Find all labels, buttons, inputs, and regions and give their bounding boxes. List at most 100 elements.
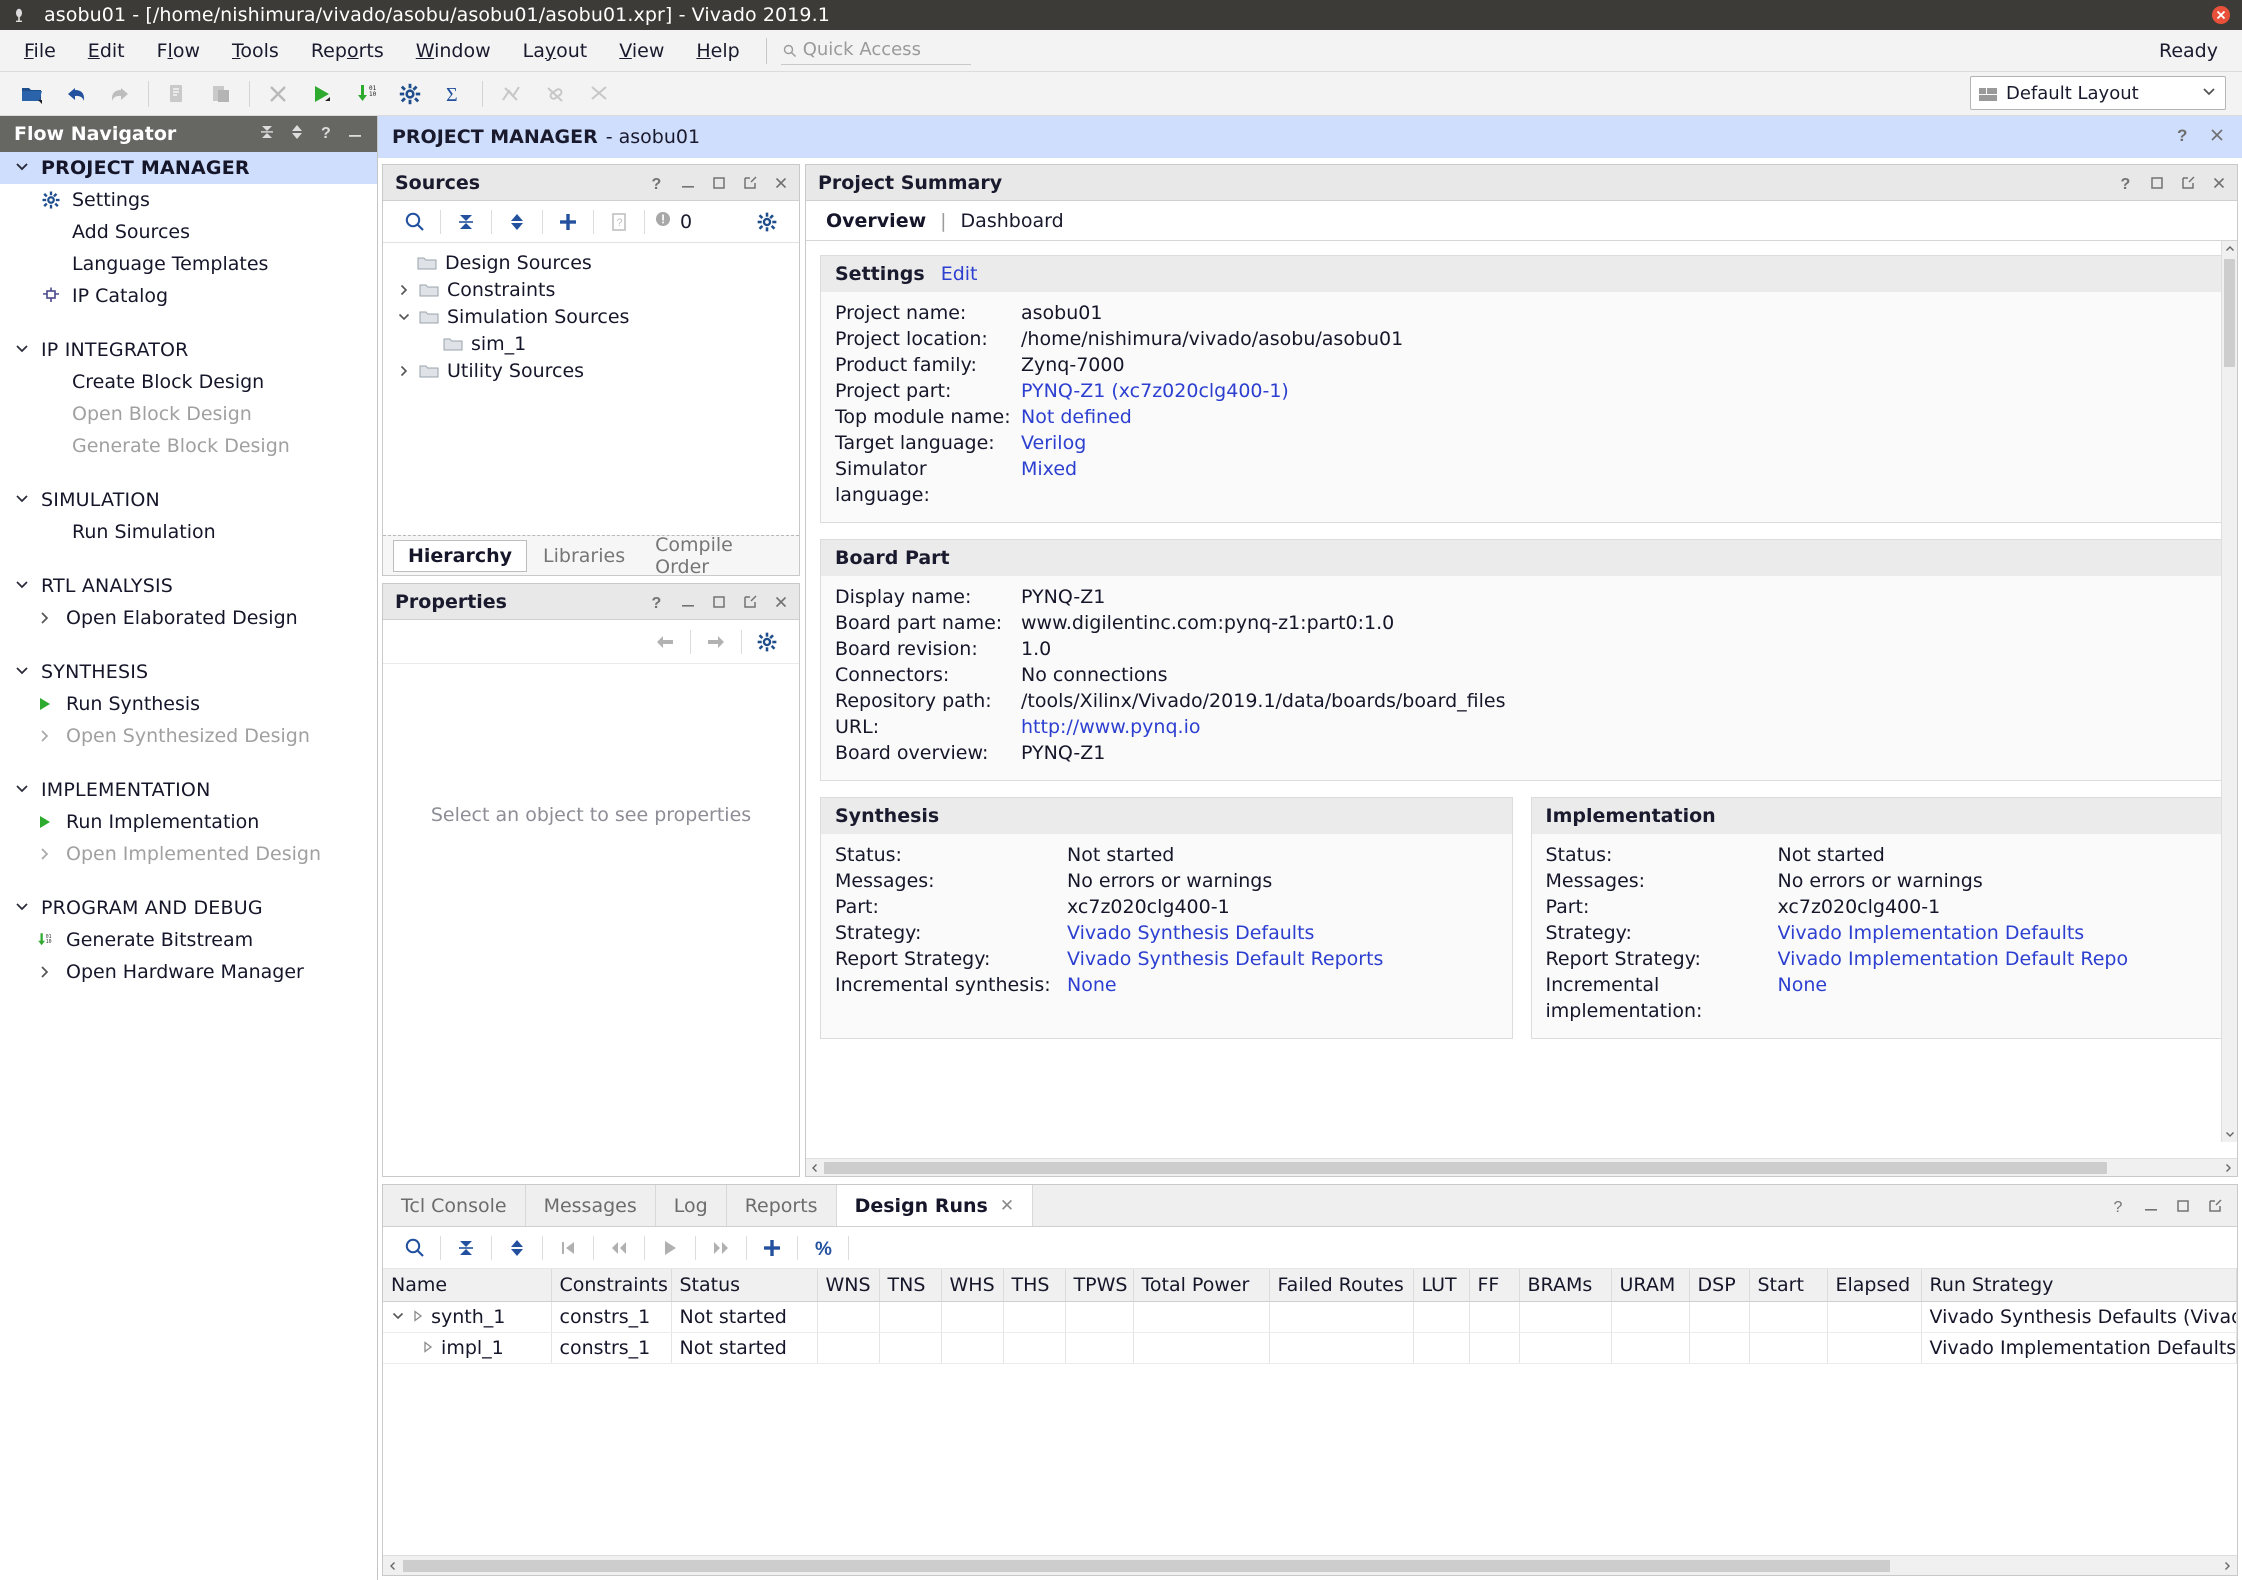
settings-edit-link[interactable]: Edit <box>941 263 978 285</box>
minimize-icon[interactable] <box>679 593 696 610</box>
table-row[interactable]: impl_1 constrs_1 Not started Vivado Impl… <box>383 1332 2237 1364</box>
column-dsp[interactable]: DSP <box>1689 1269 1750 1302</box>
close-icon[interactable] <box>772 174 789 191</box>
column-constraints[interactable]: Constraints <box>551 1269 672 1302</box>
collapse-all-icon[interactable] <box>446 205 486 239</box>
flownav-item-add-sources[interactable]: Add Sources <box>0 216 377 248</box>
flownav-section-ip-integrator[interactable]: IP INTEGRATOR <box>0 334 377 366</box>
flownav-section-program-and-debug[interactable]: PROGRAM AND DEBUG <box>0 892 377 924</box>
tree-item-sim1[interactable]: sim_1 <box>383 330 799 357</box>
menu-reports[interactable]: Reports <box>295 36 400 66</box>
chevron-down-icon[interactable] <box>2201 83 2217 104</box>
column-tpws[interactable]: TPWS <box>1065 1269 1134 1302</box>
tab-design-runs[interactable]: Design Runs ✕ <box>836 1185 1034 1226</box>
close-icon[interactable] <box>2208 126 2226 149</box>
column-brams[interactable]: BRAMs <box>1519 1269 1612 1302</box>
menu-edit[interactable]: Edit <box>72 36 141 66</box>
gear-icon[interactable] <box>747 625 787 659</box>
tree-item-simulation-sources[interactable]: Simulation Sources <box>383 303 799 330</box>
flownav-item-run-implementation[interactable]: Run Implementation <box>0 806 377 838</box>
flownav-section-simulation[interactable]: SIMULATION <box>0 484 377 516</box>
add-run-button[interactable] <box>752 1231 792 1265</box>
tab-messages[interactable]: Messages <box>526 1185 656 1226</box>
scroll-left-icon[interactable] <box>383 1561 403 1571</box>
minimize-icon[interactable] <box>2142 1197 2159 1214</box>
flownav-section-implementation[interactable]: IMPLEMENTATION <box>0 774 377 806</box>
close-icon[interactable] <box>2210 174 2227 191</box>
tab-tcl-console[interactable]: Tcl Console <box>383 1185 526 1226</box>
row-value[interactable]: Vivado Synthesis Default Reports <box>1067 946 1383 972</box>
column-uram[interactable]: URAM <box>1611 1269 1690 1302</box>
undo-icon[interactable] <box>54 75 98 113</box>
row-value[interactable]: None <box>1778 972 1828 998</box>
help-icon[interactable]: ? <box>2117 174 2134 192</box>
scroll-track[interactable] <box>824 1161 2219 1174</box>
menu-view[interactable]: View <box>603 36 680 66</box>
flownav-section-synthesis[interactable]: SYNTHESIS <box>0 656 377 688</box>
float-icon[interactable] <box>2179 174 2196 191</box>
column-start[interactable]: Start <box>1749 1269 1828 1302</box>
tab-log[interactable]: Log <box>656 1185 727 1226</box>
flownav-item-ip-catalog[interactable]: IP Catalog <box>0 280 377 312</box>
help-icon[interactable]: ? <box>648 593 665 611</box>
minimize-icon[interactable] <box>679 174 696 191</box>
row-value[interactable]: Mixed <box>1021 456 1077 482</box>
summary-vertical-scrollbar[interactable] <box>2221 241 2237 1142</box>
column-failed-routes[interactable]: Failed Routes <box>1269 1269 1414 1302</box>
scroll-right-icon[interactable] <box>2219 1163 2237 1173</box>
add-sources-button[interactable] <box>548 205 588 239</box>
menu-tools[interactable]: Tools <box>216 36 295 66</box>
chevron-down-icon[interactable] <box>391 1306 405 1328</box>
flownav-item-settings[interactable]: Settings <box>0 184 377 216</box>
run-expander-icon[interactable] <box>411 1306 425 1328</box>
scroll-down-icon[interactable] <box>2222 1126 2237 1142</box>
gear-icon[interactable] <box>747 205 787 239</box>
float-icon[interactable] <box>741 593 758 610</box>
tree-item-utility-sources[interactable]: Utility Sources <box>383 357 799 384</box>
help-icon[interactable]: ? <box>318 123 334 146</box>
chevron-right-icon[interactable] <box>395 283 413 297</box>
window-close-button[interactable] <box>2208 2 2234 28</box>
flownav-item-open-hardware-manager[interactable]: Open Hardware Manager <box>0 956 377 988</box>
minimize-icon[interactable] <box>347 123 363 146</box>
scroll-up-icon[interactable] <box>2222 241 2237 257</box>
scroll-thumb[interactable] <box>2224 259 2235 367</box>
summary-horizontal-scrollbar[interactable] <box>806 1158 2237 1176</box>
run-icon[interactable] <box>300 75 344 113</box>
maximize-icon[interactable] <box>2148 174 2165 191</box>
column-wns[interactable]: WNS <box>817 1269 880 1302</box>
percent-icon[interactable]: % <box>803 1231 843 1265</box>
search-icon[interactable] <box>395 1231 435 1265</box>
row-value[interactable]: Vivado Implementation Default Repo <box>1778 946 2129 972</box>
tab-reports[interactable]: Reports <box>727 1185 837 1226</box>
run-expander-icon[interactable] <box>421 1337 435 1359</box>
scroll-thumb[interactable] <box>824 1161 2108 1174</box>
maximize-icon[interactable] <box>2174 1197 2191 1214</box>
flownav-section-project-manager[interactable]: PROJECT MANAGER <box>0 152 377 184</box>
tree-item-constraints[interactable]: Constraints <box>383 276 799 303</box>
column-ths[interactable]: THS <box>1003 1269 1066 1302</box>
menu-layout[interactable]: Layout <box>507 36 604 66</box>
close-icon[interactable] <box>772 593 789 610</box>
flownav-item-create-block-design[interactable]: Create Block Design <box>0 366 377 398</box>
close-icon[interactable]: ✕ <box>1000 1196 1014 1216</box>
row-value[interactable]: Verilog <box>1021 430 1086 456</box>
scroll-right-icon[interactable] <box>2217 1561 2237 1571</box>
column-run-strategy[interactable]: Run Strategy <box>1921 1269 2237 1302</box>
table-row[interactable]: synth_1 constrs_1 Not started Vivado Syn… <box>383 1301 2237 1333</box>
flownav-item-generate-bitstream[interactable]: 01 10 Generate Bitstream <box>0 924 377 956</box>
tab-compile-order[interactable]: Compile Order <box>641 530 799 582</box>
design-runs-horizontal-scrollbar[interactable] <box>383 1555 2237 1575</box>
layout-selector[interactable]: Default Layout <box>1970 76 2226 110</box>
help-icon[interactable]: ? <box>648 174 665 192</box>
collapse-all-icon[interactable] <box>446 1231 486 1265</box>
design-runs-grid[interactable]: Name Constraints Status WNS TNS WHS THS … <box>383 1269 2237 1555</box>
chevron-right-icon[interactable] <box>395 364 413 378</box>
expand-all-icon[interactable] <box>289 123 305 146</box>
app-menu-icon[interactable] <box>8 4 30 26</box>
column-tns[interactable]: TNS <box>879 1269 942 1302</box>
help-icon[interactable]: ? <box>2174 125 2192 150</box>
float-icon[interactable] <box>2206 1197 2223 1214</box>
open-project-icon[interactable] <box>10 75 54 113</box>
expand-all-icon[interactable] <box>497 1231 537 1265</box>
